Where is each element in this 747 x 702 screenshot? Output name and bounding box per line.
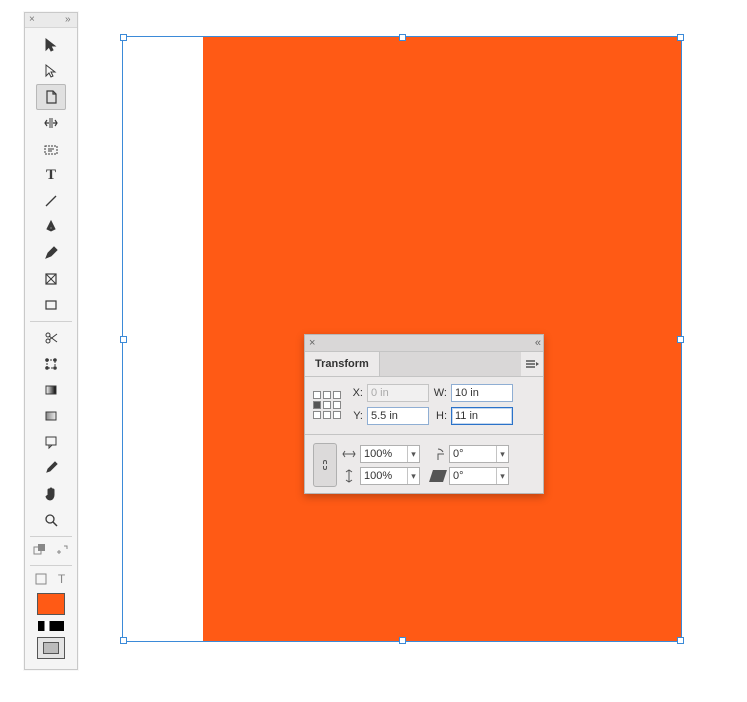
eyedropper-tool[interactable] xyxy=(36,455,66,481)
w-label: W: xyxy=(433,387,447,399)
scissors-tool[interactable] xyxy=(36,325,66,351)
gradient-feather-tool[interactable] xyxy=(36,403,66,429)
close-icon[interactable]: × xyxy=(29,16,37,24)
chevron-down-icon[interactable]: ▾ xyxy=(496,446,508,462)
tool-list: T xyxy=(25,28,77,669)
chevron-down-icon[interactable]: ▾ xyxy=(407,446,419,462)
h-label: H: xyxy=(433,410,447,422)
scale-x-input[interactable] xyxy=(361,446,407,462)
scale-x-combo[interactable]: ▾ xyxy=(360,445,420,463)
screen-mode-icon[interactable] xyxy=(37,637,65,659)
toolbar-divider-2 xyxy=(30,536,72,537)
y-input[interactable] xyxy=(367,407,429,425)
tools-panel: × » T xyxy=(24,12,78,670)
zoom-tool[interactable] xyxy=(36,507,66,533)
rotate-combo[interactable]: ▾ xyxy=(449,445,509,463)
gap-tool[interactable] xyxy=(36,110,66,136)
toolbar-divider xyxy=(30,321,72,322)
apply-to-container-icon[interactable] xyxy=(32,571,50,587)
toolbar-divider-3 xyxy=(30,565,72,566)
rectangle-tool[interactable] xyxy=(36,292,66,318)
rotate-icon xyxy=(430,446,446,462)
direct-selection-tool[interactable] xyxy=(36,58,66,84)
line-tool[interactable] xyxy=(36,188,66,214)
transform-tabs: Transform xyxy=(305,352,543,377)
tools-panel-header[interactable]: × » xyxy=(25,13,77,28)
collapse-icon[interactable]: « xyxy=(535,337,539,349)
panel-divider xyxy=(305,434,543,435)
chevron-down-icon[interactable]: ▾ xyxy=(407,468,419,484)
expand-icon[interactable]: » xyxy=(65,16,73,24)
shear-icon xyxy=(430,468,446,484)
free-transform-tool[interactable] xyxy=(36,351,66,377)
hand-tool[interactable] xyxy=(36,481,66,507)
shear-combo[interactable]: ▾ xyxy=(449,467,509,485)
close-icon[interactable]: × xyxy=(309,337,315,349)
constrain-proportions-button[interactable] xyxy=(313,443,337,487)
y-label: Y: xyxy=(349,410,363,422)
note-tool[interactable] xyxy=(36,429,66,455)
selection-tool[interactable] xyxy=(36,32,66,58)
content-collector-tool[interactable] xyxy=(36,136,66,162)
chevron-down-icon[interactable]: ▾ xyxy=(496,468,508,484)
apply-to-text-icon[interactable]: T xyxy=(53,571,71,587)
page-tool[interactable] xyxy=(36,84,66,110)
h-input[interactable] xyxy=(451,407,513,425)
rotate-input[interactable] xyxy=(450,446,496,462)
transform-panel[interactable]: × « Transform X: W: Y: H: xyxy=(304,334,544,494)
shear-input[interactable] xyxy=(450,468,496,484)
default-fill-stroke-icon[interactable] xyxy=(53,542,71,558)
fill-stroke-swap-icon[interactable] xyxy=(31,542,49,558)
panel-menu-icon[interactable] xyxy=(521,352,543,376)
x-label: X: xyxy=(349,387,363,399)
pen-tool[interactable] xyxy=(36,214,66,240)
w-input[interactable] xyxy=(451,384,513,402)
x-input[interactable] xyxy=(367,384,429,402)
scale-y-icon xyxy=(341,468,357,484)
rectangle-frame-tool[interactable] xyxy=(36,266,66,292)
transform-tab[interactable]: Transform xyxy=(305,352,380,376)
type-tool[interactable]: T xyxy=(36,162,66,188)
format-strip-icon[interactable] xyxy=(38,621,64,631)
transform-panel-header[interactable]: × « xyxy=(305,335,543,352)
scale-y-combo[interactable]: ▾ xyxy=(360,467,420,485)
scale-x-icon xyxy=(341,446,357,462)
gradient-swatch-tool[interactable] xyxy=(36,377,66,403)
scale-y-input[interactable] xyxy=(361,468,407,484)
fill-color-swatch[interactable] xyxy=(37,593,65,615)
tab-well xyxy=(380,352,521,376)
pencil-tool[interactable] xyxy=(36,240,66,266)
reference-point-proxy[interactable] xyxy=(313,391,341,419)
